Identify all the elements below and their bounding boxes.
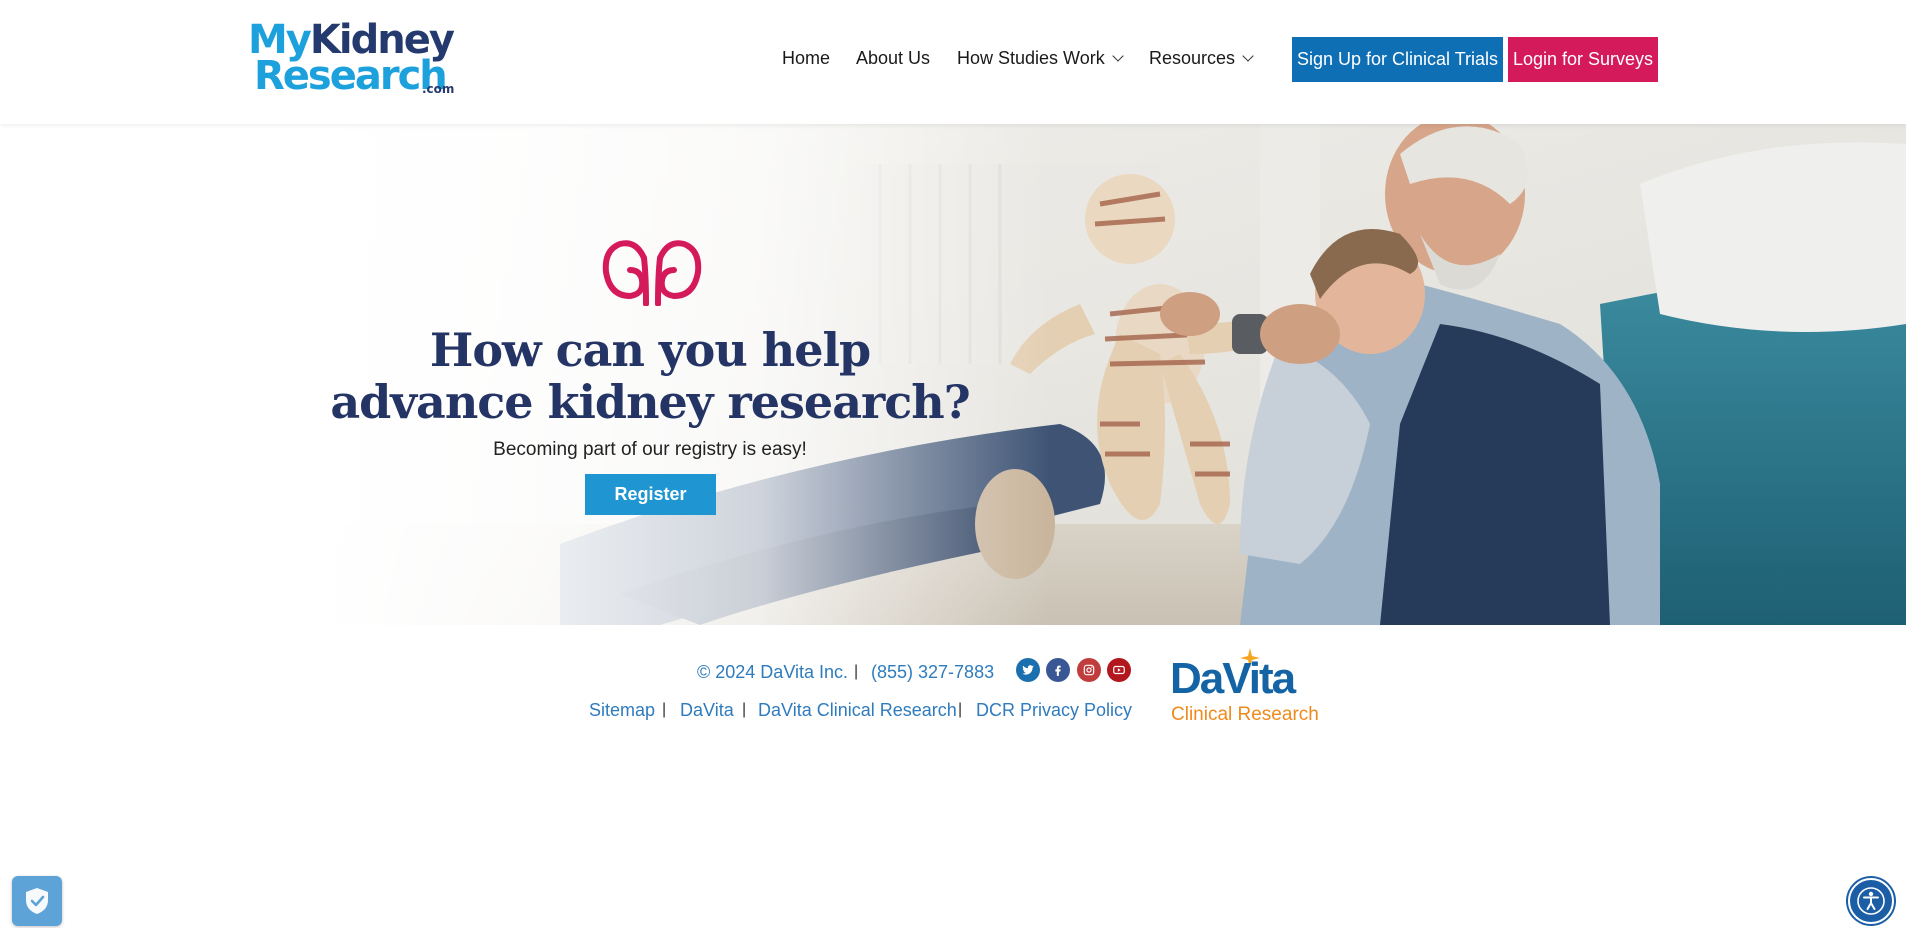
nav-how-studies-work[interactable]: How Studies Work <box>957 46 1124 70</box>
footer-separator: | <box>854 663 859 680</box>
accessibility-icon <box>1857 887 1885 915</box>
youtube-icon[interactable] <box>1107 658 1131 682</box>
footer-link-dcr-privacy-policy[interactable]: DCR Privacy Policy <box>976 698 1132 722</box>
twitter-glyph <box>1022 665 1034 675</box>
privacy-settings-button[interactable] <box>12 876 62 926</box>
accessibility-button[interactable] <box>1848 878 1894 924</box>
footer-link-davita[interactable]: DaVita <box>680 698 734 722</box>
nav-resources-label: Resources <box>1149 48 1236 68</box>
davita-clinical-research-logo[interactable]: DaVita Clinical Research <box>1170 648 1330 728</box>
shield-check-icon <box>26 888 48 914</box>
davita-logo-word: DaVita <box>1170 654 1296 703</box>
facebook-icon[interactable] <box>1046 658 1070 682</box>
nav-home[interactable]: Home <box>782 46 830 70</box>
nav-about-us[interactable]: About Us <box>856 46 930 70</box>
footer-phone-link[interactable]: (855) 327-7883 <box>871 660 994 684</box>
hero-subtitle: Becoming part of our registry is easy! <box>493 439 807 460</box>
mykidneyresearch-logo[interactable]: MyKidney Research .com <box>248 20 455 99</box>
nav-resources[interactable]: Resources <box>1149 46 1254 70</box>
facebook-glyph <box>1055 665 1061 676</box>
footer-copyright: © 2024 DaVita Inc. <box>697 662 849 682</box>
instagram-icon[interactable] <box>1077 658 1101 682</box>
hero-title: How can you help advance kidney research… <box>330 323 970 429</box>
davita-logo-subtitle: Clinical Research <box>1171 704 1319 725</box>
footer-link-davita-clinical-research[interactable]: DaVita Clinical Research <box>758 698 957 722</box>
footer-separator: | <box>958 701 963 718</box>
site-header: MyKidney Research .com Home About Us How… <box>0 0 1906 124</box>
twitter-icon[interactable] <box>1016 658 1040 682</box>
chevron-down-icon <box>1112 50 1124 62</box>
footer-separator: | <box>742 701 747 718</box>
footer-separator: | <box>662 701 667 718</box>
register-button[interactable]: Register <box>585 474 716 515</box>
kidneys-icon <box>602 240 702 306</box>
logo-suffix: .com <box>422 82 455 96</box>
login-surveys-button[interactable]: Login for Surveys <box>1508 37 1658 82</box>
instagram-glyph <box>1083 664 1095 676</box>
chevron-down-icon <box>1242 50 1254 62</box>
youtube-glyph <box>1113 665 1125 675</box>
nav-how-studies-work-label: How Studies Work <box>957 48 1105 68</box>
footer-link-sitemap[interactable]: Sitemap <box>589 698 655 722</box>
logo-line2: Research <box>254 53 448 99</box>
signup-clinical-trials-button[interactable]: Sign Up for Clinical Trials <box>1292 37 1503 82</box>
